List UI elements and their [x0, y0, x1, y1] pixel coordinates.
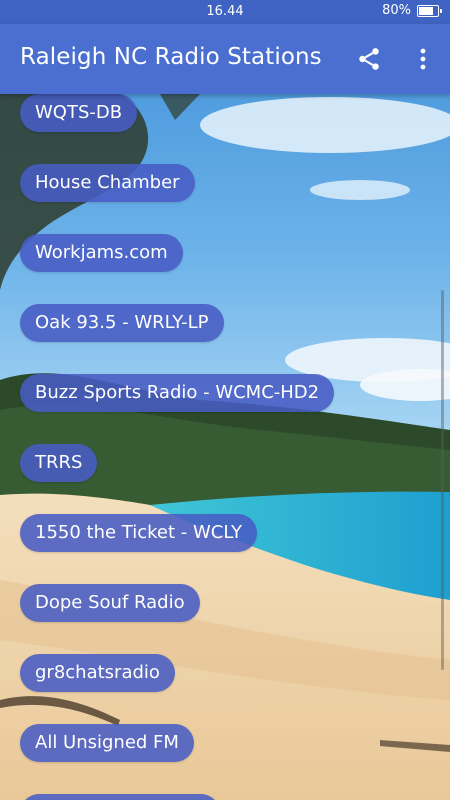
scrollbar[interactable] — [441, 290, 444, 670]
battery-percent: 80% — [382, 3, 411, 18]
station-item[interactable]: Workjams.com — [20, 234, 183, 272]
station-item[interactable]: WQTS-DB — [20, 94, 138, 132]
station-item[interactable]: 1550 the Ticket - WCLY — [20, 514, 257, 552]
station-list[interactable]: WQTS-DB House Chamber Workjams.com Oak 9… — [0, 94, 450, 800]
station-item[interactable]: TRRS — [20, 444, 98, 482]
battery-icon — [417, 4, 442, 17]
station-item[interactable]: House Chamber — [20, 164, 195, 202]
share-icon — [359, 48, 379, 70]
station-item[interactable]: Dope Souf Radio — [20, 584, 200, 622]
status-bar: 16.44 80% — [0, 0, 450, 24]
app-screen: 16.44 80% Raleigh NC Radio Stations WQTS… — [0, 0, 450, 800]
more-vert-icon — [420, 48, 426, 70]
app-title: Raleigh NC Radio Stations — [20, 44, 322, 70]
app-bar: Raleigh NC Radio Stations — [0, 24, 450, 94]
station-item[interactable] — [20, 794, 220, 800]
battery-level-fill — [419, 6, 433, 15]
status-right-group: 80% — [382, 3, 442, 18]
overflow-menu-button[interactable] — [408, 42, 438, 76]
station-item[interactable]: Buzz Sports Radio - WCMC-HD2 — [20, 374, 335, 412]
station-item[interactable]: gr8chatsradio — [20, 654, 175, 692]
station-item[interactable]: All Unsigned FM — [20, 724, 194, 762]
station-item[interactable]: Oak 93.5 - WRLY-LP — [20, 304, 224, 342]
share-button[interactable] — [352, 42, 386, 76]
